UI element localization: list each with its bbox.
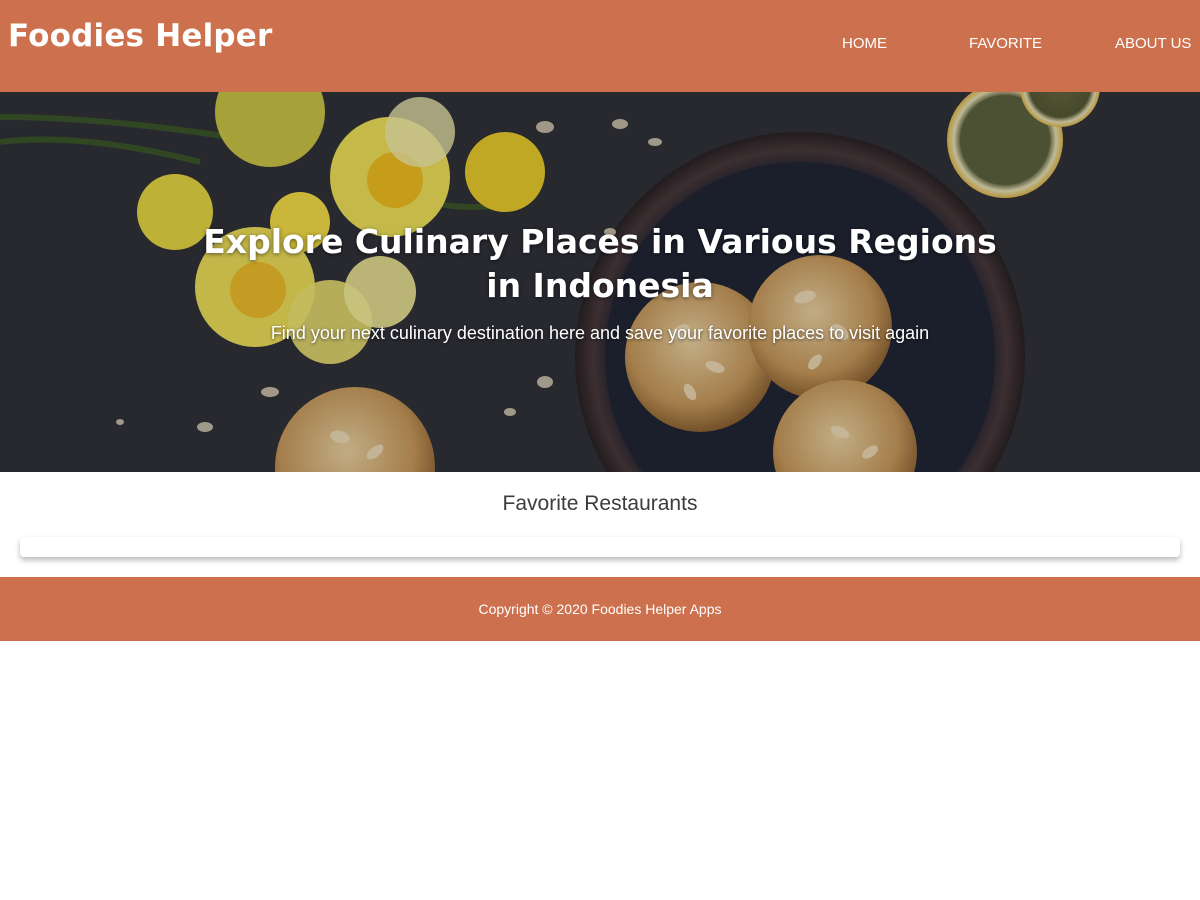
brand-logo[interactable]: Foodies Helper <box>8 14 273 58</box>
nav-about-us-link[interactable]: ABOUT US <box>1115 34 1191 54</box>
nav-favorite-link[interactable]: FAVORITE <box>969 34 1042 54</box>
hero-tagline: Find your next culinary destination here… <box>270 323 930 343</box>
restaurant-list <box>20 537 1180 557</box>
nav-home-link[interactable]: HOME <box>842 34 887 54</box>
favorite-restaurants-heading: Favorite Restaurants <box>502 492 698 515</box>
copyright-text: Copyright © 2020 Foodies Helper Apps <box>478 601 722 617</box>
footer: Copyright © 2020 Foodies Helper Apps <box>0 577 1200 641</box>
hero-title: Explore Culinary Places in Various Regio… <box>203 222 997 305</box>
hero-banner: Explore Culinary Places in Various Regio… <box>0 92 1200 472</box>
app-bar: Foodies Helper HOME FAVORITE ABOUT US <box>0 0 1200 92</box>
